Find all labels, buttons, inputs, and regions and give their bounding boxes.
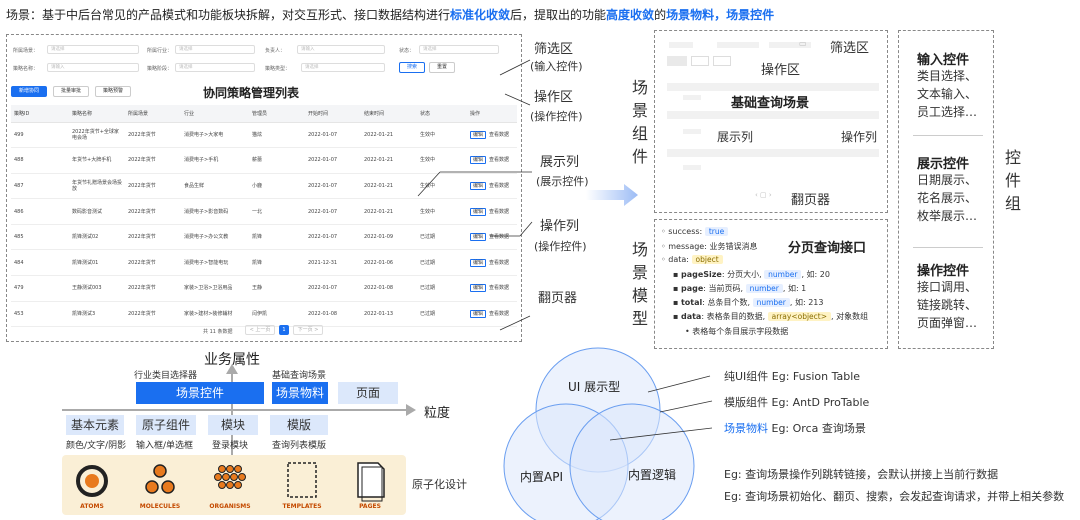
box-scene-control: 场景控件 <box>136 382 264 404</box>
sm-data: ◦ data: object <box>661 255 723 264</box>
scene-model-panel: 分页查询接口 ◦ success: true ◦ message: 业务错误消息… <box>654 219 888 349</box>
anno-display: 展示列 <box>540 155 580 170</box>
calendar-icon: ▭ <box>799 39 807 48</box>
venn-logic: 内置逻辑 <box>628 468 677 482</box>
ctrl-op-desc: 接口调用、 链接跳转、 页面弹窗… <box>917 280 978 330</box>
organisms-label: ORGANISMS <box>209 503 251 510</box>
venn-ui: UI 展示型 <box>568 380 621 394</box>
sub-template: 查询列表模版 <box>272 441 327 451</box>
axis-x-label: 粒度 <box>424 406 451 421</box>
sub-module: 登录模块 <box>212 441 249 451</box>
anno-filter-sub: (输入控件) <box>530 60 583 73</box>
controls-vlabel: 控件组 <box>1004 148 1021 213</box>
note-industry-selector: 行业类目选择器 <box>134 371 198 381</box>
sm-success: ◦ success: true <box>661 227 729 236</box>
ctrl-display-title: 展示控件 <box>917 157 970 172</box>
sc-title: 基础查询场景 <box>731 96 810 111</box>
sm-subitem: • 表格每个条目展示字段数据 <box>685 327 789 336</box>
molecules-label: MOLECULES <box>139 503 181 510</box>
anno-action: 操作区 <box>534 90 574 105</box>
sm-item: ▪ total: 总条目个数, number, 如: 213 <box>673 298 824 307</box>
box-basic-element: 基本元素 <box>66 415 124 435</box>
sc-filter-label: 筛选区 <box>830 41 870 56</box>
anno-filter: 筛选区 <box>534 42 574 57</box>
sub-basic-element: 颜色/文字/阴影 <box>66 441 127 451</box>
sm-item: ▪ pageSize: 分页大小, number, 如: 20 <box>673 270 830 279</box>
sub-atom-component: 输入框/单选框 <box>136 441 194 451</box>
scene-component-vlabel: 场景组件 <box>631 78 648 166</box>
anno-opcol: 操作列 <box>540 219 580 234</box>
molecules-icon <box>145 464 175 494</box>
ctrl-input-title: 输入控件 <box>917 53 970 68</box>
sm-item: ▪ page: 当前页码, number, 如: 1 <box>673 284 807 293</box>
anno-display-sub: (展示控件) <box>536 175 589 188</box>
atomic-design-label: 原子化设计 <box>412 478 467 491</box>
note-basic-scene: 基础查询场景 <box>272 371 327 381</box>
venn-note1: 纯UI组件 Eg: Fusion Table <box>724 370 861 383</box>
venn-api: 内置API <box>520 470 563 484</box>
atoms-label: ATOMS <box>80 503 104 510</box>
venn-eg2: Eg: 查询场景初始化、翻页、搜索，会发起查询请求，并带上相关参数 <box>724 490 1065 503</box>
box-template: 模版 <box>270 415 328 435</box>
ctrl-op-title: 操作控件 <box>917 264 970 279</box>
ctrl-input-desc: 类目选择、 文本输入、 员工选择… <box>917 69 978 119</box>
venn-note2: 模版组件 Eg: AntD ProTable <box>724 396 870 409</box>
sm-item: ▪ data: 表格条目的数据, array<object>, 对象数组 <box>673 312 869 321</box>
venn-note3: 场景物料 Eg: Orca 查询场景 <box>724 422 866 435</box>
anno-pager: 翻页器 <box>538 291 578 306</box>
pages-icon <box>357 462 385 502</box>
box-page: 页面 <box>338 382 398 404</box>
sm-message: ◦ message: 业务错误消息 <box>661 242 758 251</box>
scene-component-panel: ▭ 筛选区 操作区 基础查询场景 展示列 操作列 ‹ ▢ › 翻页器 <box>654 30 888 213</box>
anno-opcol-sub: (操作控件) <box>534 240 587 253</box>
sc-action-label: 操作区 <box>761 63 801 78</box>
axis-y-label: 业务属性 <box>204 352 260 368</box>
sc-display-label: 展示列 <box>717 130 754 144</box>
atomic-design-strip: ATOMS MOLECULES ORGANISMS TEMPLATES PAGE… <box>62 455 406 515</box>
sc-pager-dots: ‹ ▢ › <box>755 191 772 199</box>
sm-title: 分页查询接口 <box>788 241 867 256</box>
ctrl-display-desc: 日期展示、 花名展示、 枚举展示… <box>917 173 978 223</box>
anno-action-sub: (操作控件) <box>530 110 583 123</box>
scene-model-vlabel: 场景模型 <box>631 240 648 328</box>
templates-label: TEMPLATES <box>282 503 322 510</box>
box-module: 模块 <box>208 415 258 435</box>
atoms-icon <box>76 465 108 497</box>
templates-icon <box>287 462 317 498</box>
box-atom-component: 原子组件 <box>136 415 196 435</box>
sc-pager-label: 翻页器 <box>791 193 831 208</box>
venn-eg1: Eg: 查询场景操作列跳转链接，会默认拼接上当前行数据 <box>724 468 999 481</box>
sc-opcol-label: 操作列 <box>841 130 878 144</box>
pages-label: PAGES <box>359 503 381 510</box>
controls-panel: 输入控件 类目选择、 文本输入、 员工选择… 展示控件 日期展示、 花名展示、 枚举展示… <box>898 30 994 349</box>
organisms-icon <box>214 465 246 489</box>
box-scene-material: 场景物料 <box>272 382 328 404</box>
